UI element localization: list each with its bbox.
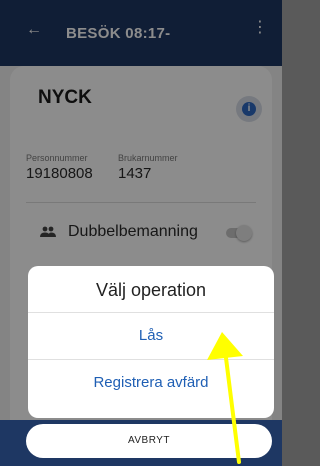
option-registrera-avfard[interactable]: Registrera avfärd	[28, 360, 274, 406]
option-las[interactable]: Lås	[28, 313, 274, 359]
operation-sheet: Välj operation Lås Registrera avfärd	[28, 266, 274, 418]
sheet-title: Välj operation	[95, 280, 207, 300]
cancel-button[interactable]: AVBRYT	[26, 424, 272, 458]
